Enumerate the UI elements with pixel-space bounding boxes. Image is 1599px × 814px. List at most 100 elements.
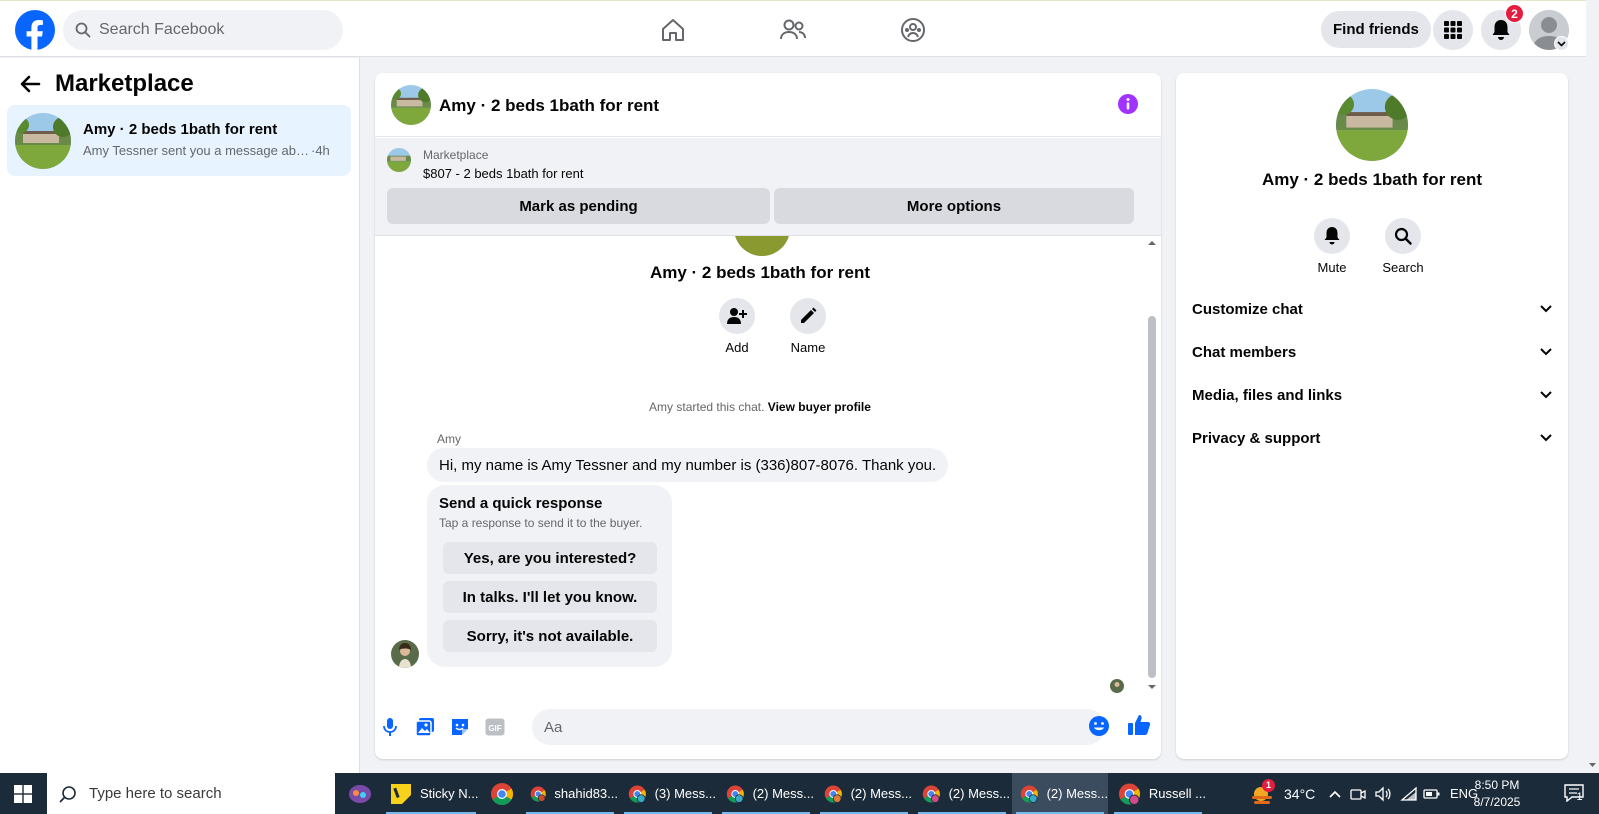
listing-thumbnail xyxy=(15,113,71,169)
quick-response-title: Send a quick response xyxy=(439,495,603,512)
message-input-box[interactable] xyxy=(532,709,1105,745)
show-hidden-icons-chevron-up-icon[interactable] xyxy=(1328,773,1342,814)
chevron-down-icon xyxy=(1540,391,1552,399)
taskbar-search-input[interactable] xyxy=(89,785,319,802)
listing-source-label: Marketplace xyxy=(423,148,489,162)
section-label: Media, files and links xyxy=(1192,386,1343,404)
taskbar-app-chrome-window[interactable]: Russell ... xyxy=(1110,773,1206,814)
quick-response-option[interactable]: Sorry, it's not available. xyxy=(443,620,657,652)
pencil-icon xyxy=(790,298,826,334)
message-thread: Amy · 2 beds 1bath for rent Add Name Amy… xyxy=(375,236,1161,694)
sidebar-title: Marketplace xyxy=(55,70,194,97)
action-center-icon[interactable]: 1 xyxy=(1552,773,1599,814)
sender-avatar[interactable] xyxy=(391,640,419,668)
gif-icon[interactable]: GIF xyxy=(483,715,507,739)
friends-icon[interactable] xyxy=(773,13,813,47)
chevron-down-icon[interactable] xyxy=(1554,36,1569,51)
taskbar-app-label: Sticky N... xyxy=(420,786,479,801)
taskbar-app-chrome-window[interactable]: shahid83... xyxy=(522,773,618,814)
taskbar-app-sticky-notes[interactable]: Sticky N... xyxy=(382,773,480,814)
emoji-icon[interactable] xyxy=(1088,715,1110,737)
page-scroll-down-icon[interactable] xyxy=(1586,760,1599,770)
menu-grid-icon[interactable] xyxy=(1433,10,1473,50)
weather-alert-badge: 1 xyxy=(1262,778,1275,792)
search-icon xyxy=(59,785,76,803)
quick-response-subtitle: Tap a response to send it to the buyer. xyxy=(439,516,643,530)
volume-speaker-icon[interactable] xyxy=(1374,773,1392,814)
listing-banner: Marketplace $807 - 2 beds 1bath for rent… xyxy=(375,138,1161,236)
taskbar-app-chrome-window[interactable]: (3) Mess... xyxy=(620,773,716,814)
taskbar-app-label: (2) Mess... xyxy=(1046,786,1108,801)
sticker-icon[interactable] xyxy=(448,715,472,739)
chrome-profile-icon xyxy=(1118,782,1140,805)
thumbs-up-icon[interactable] xyxy=(1127,713,1151,737)
mark-as-pending-button[interactable]: Mark as pending xyxy=(387,188,770,224)
svg-text:GIF: GIF xyxy=(488,724,501,733)
chat-header-title[interactable]: Amy · 2 beds 1bath for rent xyxy=(439,96,659,116)
chat-panel: Amy · 2 beds 1bath for rent Marketplace … xyxy=(375,73,1161,759)
thread-scroll-thumb[interactable] xyxy=(1148,316,1156,678)
facebook-search-input[interactable] xyxy=(99,21,319,39)
conversation-list-item[interactable]: Amy · 2 beds 1bath for rent Amy Tessner … xyxy=(7,105,351,176)
info-icon[interactable] xyxy=(1118,94,1138,114)
name-label: Name xyxy=(790,340,826,355)
taskbar-app-label: (2) Mess... xyxy=(752,786,814,801)
chat-members-section[interactable]: Chat members xyxy=(1192,332,1552,372)
facebook-search-box[interactable] xyxy=(63,10,343,50)
taskbar-app-chrome-window-active[interactable]: (2) Mess... xyxy=(1012,773,1108,814)
chrome-icon xyxy=(491,782,513,805)
taskbar-app-chrome[interactable] xyxy=(482,773,520,814)
photo-gallery-icon[interactable] xyxy=(413,715,437,739)
scroll-down-arrow-icon[interactable] xyxy=(1145,682,1159,692)
windows-start-icon[interactable] xyxy=(0,773,46,814)
home-icon[interactable] xyxy=(653,13,693,47)
weather-widget[interactable]: 1 34°C xyxy=(1250,773,1315,814)
taskbar-app-chrome-window[interactable]: (2) Mess... xyxy=(718,773,814,814)
thread-scrollbar[interactable] xyxy=(1145,236,1159,694)
more-options-button[interactable]: More options xyxy=(774,188,1134,224)
listing-price-title[interactable]: $807 - 2 beds 1bath for rent xyxy=(423,166,583,181)
search-conversation-button[interactable]: Search xyxy=(1373,218,1433,275)
taskbar-app-chrome-window[interactable]: (2) Mess... xyxy=(816,773,912,814)
section-label: Privacy & support xyxy=(1192,429,1321,447)
scroll-up-arrow-icon[interactable] xyxy=(1145,238,1159,248)
meet-now-camera-icon[interactable] xyxy=(1350,773,1366,814)
battery-icon[interactable] xyxy=(1423,773,1441,814)
privacy-support-section[interactable]: Privacy & support xyxy=(1192,418,1552,458)
find-friends-button[interactable]: Find friends xyxy=(1321,11,1431,48)
mute-button[interactable]: Mute xyxy=(1302,218,1362,275)
facebook-logo-icon[interactable] xyxy=(15,10,55,50)
message-input[interactable] xyxy=(544,718,1044,736)
edit-name-button[interactable]: Name xyxy=(778,298,838,355)
taskbar-search-box[interactable] xyxy=(47,773,335,814)
clock-time: 8:50 PM xyxy=(1474,778,1520,792)
mute-label: Mute xyxy=(1317,260,1347,275)
customize-chat-section[interactable]: Customize chat xyxy=(1192,289,1552,329)
listing-banner-thumbnail xyxy=(387,148,411,172)
page-scrollbar[interactable] xyxy=(1586,0,1599,773)
quick-response-option[interactable]: In talks. I'll let you know. xyxy=(443,581,657,613)
back-arrow-icon[interactable] xyxy=(19,74,41,94)
wifi-icon[interactable] xyxy=(1400,773,1418,814)
add-people-button[interactable]: Add xyxy=(707,298,767,355)
chat-details-panel: Amy · 2 beds 1bath for rent Mute Search … xyxy=(1176,73,1568,759)
search-label: Search xyxy=(1382,260,1424,275)
quick-response-card: Send a quick response Tap a response to … xyxy=(427,485,672,667)
details-listing-avatar[interactable] xyxy=(1336,89,1408,161)
quick-response-option[interactable]: Yes, are you interested? xyxy=(443,542,657,574)
message-sender-name: Amy xyxy=(437,432,461,446)
taskbar-app-chrome-window[interactable]: (2) Mess... xyxy=(914,773,1010,814)
conversation-name: Amy · 2 beds 1bath for rent xyxy=(83,121,278,138)
incoming-message-bubble[interactable]: Hi, my name is Amy Tessner and my number… xyxy=(427,448,949,482)
taskbar-app-label: shahid83... xyxy=(554,786,618,801)
chat-header-thumbnail[interactable] xyxy=(391,85,431,125)
groups-icon[interactable] xyxy=(893,13,933,47)
media-files-links-section[interactable]: Media, files and links xyxy=(1192,375,1552,415)
bell-icon xyxy=(1314,218,1350,254)
microphone-icon[interactable] xyxy=(378,715,402,739)
snipping-tool-icon[interactable] xyxy=(340,773,380,814)
view-buyer-profile-link[interactable]: View buyer profile xyxy=(768,400,871,414)
taskbar-clock[interactable]: 8:50 PM 8/7/2025 xyxy=(1466,777,1528,811)
sticky-notes-icon xyxy=(391,783,411,804)
marketplace-inbox-sidebar: Marketplace Amy · 2 beds 1bath for rent … xyxy=(0,58,360,773)
